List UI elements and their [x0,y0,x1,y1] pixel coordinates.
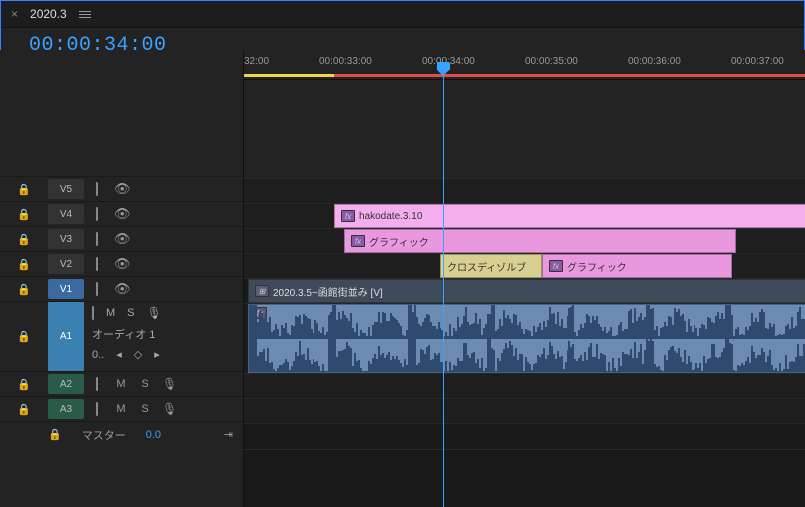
fx-badge-icon: fx [351,235,365,247]
ruler-tick: 00:00:33:00 [319,56,372,67]
track-v5[interactable] [244,178,805,203]
voice-record-icon[interactable]: 🎙 [147,306,162,320]
sync-lock-icon[interactable] [90,233,104,245]
mute-button[interactable]: M [114,403,128,415]
lock-icon[interactable]: 🔒 [0,378,48,391]
clip-graphic-v3[interactable]: fx グラフィック [344,229,736,253]
track-header-v3: 🔒 V3 👁 [0,226,243,251]
lock-icon[interactable]: 🔒 [48,428,62,441]
sync-lock-icon[interactable] [90,183,104,195]
sync-lock-icon[interactable] [90,403,104,415]
track-label[interactable]: V2 [48,254,84,274]
track-header-v5: 🔒 V5 👁 [0,176,243,201]
ruler-tick: 00:00:37:00 [731,56,784,67]
track-v1[interactable]: ⊞ 2020.3.5~函館街並み [V] [244,278,805,303]
playhead[interactable] [443,68,444,507]
track-label[interactable]: V3 [48,229,84,249]
ruler-tick: 00:00:36:00 [628,56,681,67]
mute-button[interactable]: M [106,307,115,319]
panel-menu-icon[interactable] [79,11,91,18]
clip-label: hakodate.3.10 [359,211,422,222]
track-master[interactable] [244,423,805,449]
keyframe-volume[interactable]: 0.. [92,349,104,361]
track-a3[interactable] [244,398,805,423]
timeline-area[interactable]: 32:00 00:00:33:00 00:00:34:00 00:00:35:0… [244,50,805,507]
track-header-a3: 🔒 A3 M S 🎙 [0,396,243,421]
track-header-v4: 🔒 V4 👁 [0,201,243,226]
toggle-output-icon[interactable]: 👁 [114,181,128,197]
lock-icon[interactable]: 🔒 [0,233,48,246]
sync-lock-icon[interactable] [90,258,104,270]
add-keyframe-icon[interactable]: ◇ [134,348,142,361]
clip-cross-dissolve[interactable]: クロスディゾルブ [440,254,542,278]
sync-lock-icon[interactable] [90,283,104,295]
toggle-output-icon[interactable]: 👁 [114,256,128,272]
mute-button[interactable]: M [114,378,128,390]
track-header-a2: 🔒 A2 M S 🎙 [0,371,243,396]
track-a1[interactable]: fx [244,303,805,373]
toggle-output-icon[interactable]: 👁 [114,231,128,247]
ruler-tick: 00:00:35:00 [525,56,578,67]
prev-keyframe-icon[interactable]: ◂ [116,348,122,361]
lock-icon[interactable]: 🔒 [0,403,48,416]
sequence-tabbar: × 2020.3 [1,1,804,28]
track-v3[interactable]: fx グラフィック [244,228,805,253]
clip-main-video[interactable]: ⊞ 2020.3.5~函館街並み [V] [248,279,805,303]
clip-label: クロスディゾルブ [447,259,526,274]
ruler-tick: 32:00 [244,56,269,67]
lock-icon[interactable]: 🔒 [0,183,48,196]
sync-lock-icon[interactable] [90,378,104,390]
clip-label: 2020.3.5~函館街並み [V] [273,284,383,299]
lock-icon[interactable]: 🔒 [0,208,48,221]
toggle-output-icon[interactable]: 👁 [114,206,128,222]
master-label: マスター [82,427,126,443]
track-label[interactable]: A1 [48,302,84,371]
audio-track-name: オーディオ 1 [92,326,235,342]
solo-button[interactable]: S [127,307,134,319]
fx-badge-icon: ⊞ [255,285,269,297]
sync-lock-icon[interactable] [90,208,104,220]
fx-badge-icon: fx [549,260,563,272]
track-header-panel: 🔒 V5 👁 🔒 V4 👁 🔒 V3 👁 🔒 V2 [0,50,244,507]
time-ruler[interactable]: 32:00 00:00:33:00 00:00:34:00 00:00:35:0… [244,50,805,80]
next-keyframe-icon[interactable]: ▸ [154,348,160,361]
track-header-master: 🔒 マスター 0.0 ⇥ [0,421,243,447]
master-volume[interactable]: 0.0 [146,429,161,441]
sync-lock-icon[interactable] [92,307,94,319]
track-v4[interactable]: fx hakodate.3.10 [244,203,805,228]
track-header-v1: 🔒 V1 👁 [0,276,243,301]
solo-button[interactable]: S [138,403,152,415]
track-v2[interactable]: クロスディゾルブ fx グラフィック [244,253,805,278]
track-label[interactable]: A3 [48,399,84,419]
fx-badge-icon: fx [341,210,355,222]
track-label[interactable]: A2 [48,374,84,394]
track-label[interactable]: V5 [48,179,84,199]
track-header-a1: 🔒 A1 M S 🎙 オーディオ 1 0.. ◂ ◇ ▸ [0,301,243,371]
track-label[interactable]: V1 [48,279,84,299]
clip-audio-a1[interactable]: fx [248,304,805,373]
clip-graphic-v2[interactable]: fx グラフィック [542,254,732,278]
close-tab[interactable]: × [11,7,18,21]
track-empty [244,449,805,507]
expand-icon[interactable]: ⇥ [224,428,233,441]
clip-label: グラフィック [567,259,627,274]
voice-record-icon[interactable]: 🎙 [162,402,176,416]
lock-icon[interactable]: 🔒 [0,283,48,296]
lock-icon[interactable]: 🔒 [0,258,48,271]
voice-record-icon[interactable]: 🎙 [162,377,176,391]
toggle-output-icon[interactable]: 👁 [114,281,128,297]
clip-hakodate[interactable]: fx hakodate.3.10 [334,204,805,228]
track-header-v2: 🔒 V2 👁 [0,251,243,276]
clip-label: グラフィック [369,234,429,249]
track-a2[interactable] [244,373,805,398]
tab-name[interactable]: 2020.3 [30,7,67,21]
solo-button[interactable]: S [138,378,152,390]
lock-icon[interactable]: 🔒 [17,330,31,343]
track-label[interactable]: V4 [48,204,84,224]
